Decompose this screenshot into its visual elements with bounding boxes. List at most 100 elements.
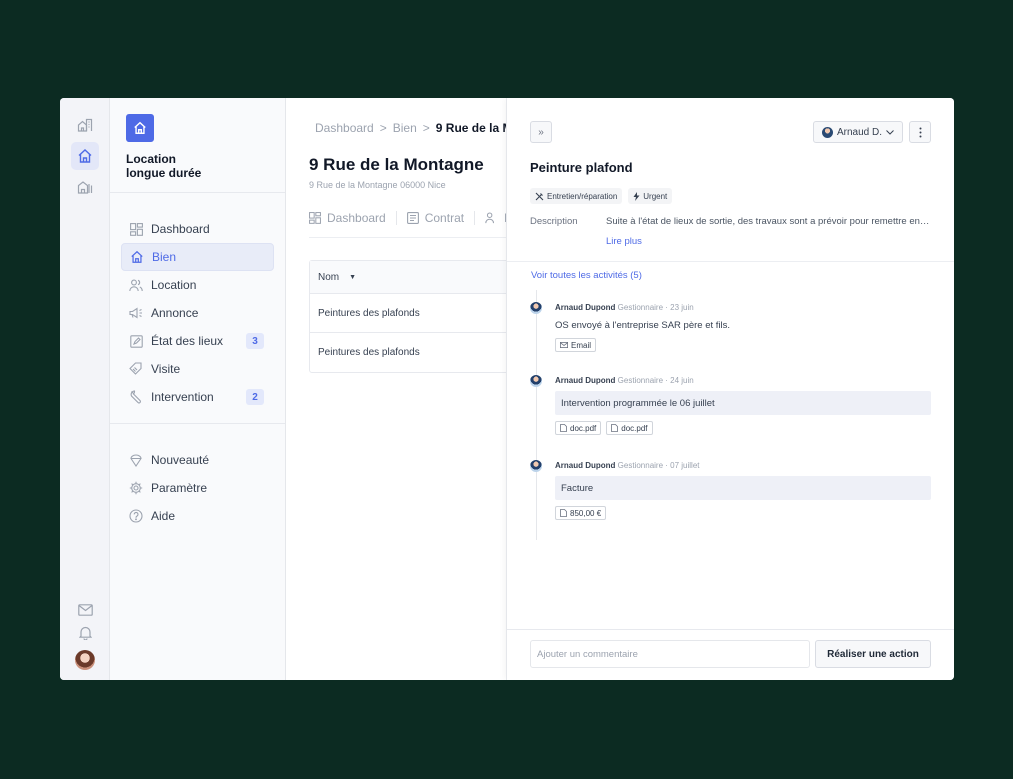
perform-action-button[interactable]: Réaliser une action — [815, 640, 931, 668]
breadcrumb-current: 9 Rue de la Montagne — [435, 121, 507, 135]
table-row[interactable]: Peintures des plafonds — [310, 333, 507, 372]
avatar — [530, 375, 542, 387]
table-row[interactable]: Peintures des plafonds — [310, 294, 507, 333]
divider — [507, 261, 954, 262]
sidebar-item-intervention[interactable]: Intervention 2 — [121, 383, 274, 411]
gear-icon — [129, 481, 143, 495]
attachment-label: 850,00 € — [570, 508, 602, 518]
activity-author: Arnaud Dupond — [555, 376, 616, 385]
breadcrumb-bien[interactable]: Bien — [393, 121, 417, 135]
read-more-link[interactable]: Lire plus — [606, 236, 642, 247]
sidebar-item-etat-des-lieux[interactable]: État des lieux 3 — [121, 327, 274, 355]
wrench-icon — [130, 390, 141, 404]
mail-icon[interactable] — [77, 604, 93, 616]
chevron-right-icon: > — [422, 121, 430, 135]
tag-label: Entretien/réparation — [547, 191, 618, 201]
tag-label: Urgent — [643, 191, 668, 201]
attachment-chip[interactable]: doc.pdf — [555, 421, 602, 435]
collapse-panel-button[interactable]: » — [530, 121, 552, 143]
buildings-icon — [77, 118, 92, 132]
comment-input[interactable] — [530, 640, 810, 668]
attachment-chip[interactable]: Email — [555, 338, 597, 352]
attachment-label: doc.pdf — [621, 423, 648, 433]
bolt-icon — [633, 191, 640, 201]
breadcrumb-dashboard[interactable]: Dashboard — [315, 121, 374, 135]
sidebar-item-label: Paramètre — [151, 481, 208, 495]
tab-label: Dashboard — [327, 211, 386, 225]
tab-locataires[interactable]: Locataires — [485, 211, 507, 225]
sidebar-item-label: Nouveauté — [151, 453, 210, 467]
sidebar-item-nouveaute[interactable]: Nouveauté — [121, 446, 274, 474]
user-avatar[interactable] — [75, 650, 95, 670]
activity-message: Intervention programmée le 06 juillet — [555, 391, 931, 415]
tag-icon — [129, 362, 142, 375]
avatar — [530, 460, 542, 472]
tab-label: Contrat — [424, 211, 465, 225]
home-icon — [131, 250, 143, 263]
app-logo — [126, 114, 154, 142]
sidebar-item-label: Bien — [152, 250, 177, 264]
clipboard-icon — [129, 334, 143, 348]
rail-buildings[interactable] — [71, 111, 99, 139]
category-tag: Entretien/réparation — [530, 188, 623, 204]
file-icon — [560, 424, 567, 432]
sidebar-item-label: Visite — [151, 362, 181, 376]
avatar — [530, 302, 542, 314]
activity-author: Arnaud Dupond — [555, 303, 616, 312]
secondary-nav: Nouveauté Paramètre Aide — [110, 424, 285, 552]
panel-footer: Réaliser une action — [507, 629, 954, 680]
sidebar-item-annonce[interactable]: Annonce — [121, 299, 274, 327]
description-label: Description — [530, 216, 578, 227]
sidebar-item-visite[interactable]: Visite — [121, 355, 274, 383]
description-text: Suite à l'état de lieux de sortie, des t… — [606, 216, 931, 227]
tag-list: Entretien/réparation Urgent — [530, 188, 673, 204]
rail-home[interactable] — [70, 142, 99, 170]
column-header-nom[interactable]: Nom — [318, 272, 339, 283]
users-icon — [485, 212, 495, 224]
tools-icon — [535, 192, 544, 200]
page-subtitle: 9 Rue de la Montagne 06000 Nice — [309, 180, 446, 190]
tab-bar: Dashboard Contrat Locataires — [309, 211, 507, 238]
megaphone-icon — [129, 307, 142, 319]
users-icon — [129, 279, 143, 291]
sidebar-item-aide[interactable]: Aide — [121, 502, 274, 530]
app-rail — [60, 98, 110, 680]
tab-contrat[interactable]: Contrat — [406, 211, 465, 225]
workspace-title-line1: Location — [126, 152, 176, 166]
attachment-label: Email — [571, 340, 592, 350]
dashboard-icon — [309, 212, 321, 224]
activity-message: OS envoyé à l'entreprise SAR père et fil… — [555, 320, 731, 331]
intervention-title: Peinture plafond — [530, 160, 633, 175]
sidebar-item-label: Aide — [151, 509, 176, 523]
more-options-button[interactable] — [909, 121, 931, 143]
timeline-line — [536, 290, 537, 540]
tab-dashboard[interactable]: Dashboard — [309, 211, 386, 225]
sidebar-item-dashboard[interactable]: Dashboard — [121, 215, 274, 243]
activity-meta: Gestionnaire · 23 juin — [617, 303, 694, 312]
double-chevron-right-icon: » — [538, 126, 544, 138]
sidebar-item-label: Annonce — [151, 306, 199, 320]
sidebar-item-location[interactable]: Location — [121, 271, 274, 299]
attachment-chip[interactable]: 850,00 € — [555, 506, 607, 520]
vertical-dots-icon — [919, 127, 921, 137]
rail-apartments[interactable] — [71, 173, 99, 201]
workspace-title: Location longue durée — [126, 152, 269, 180]
main-content: Dashboard > Bien > 9 Rue de la Montagne … — [286, 98, 507, 680]
count-badge: 2 — [246, 389, 264, 405]
count-badge: 3 — [246, 333, 264, 349]
mail-icon — [560, 342, 568, 348]
sidebar-item-bien[interactable]: Bien — [121, 243, 274, 271]
tab-divider — [395, 211, 397, 225]
assignee-dropdown[interactable]: Arnaud D. — [812, 121, 903, 143]
dashboard-icon — [129, 222, 143, 236]
activity-meta: Gestionnaire · 24 juin — [617, 376, 694, 385]
activity-author: Arnaud Dupond — [555, 461, 616, 470]
see-all-activities-link[interactable]: Voir toutes les activités (5) — [531, 270, 642, 281]
sort-caret-icon[interactable]: ▼ — [349, 274, 356, 281]
priority-tag: Urgent — [628, 188, 673, 204]
attachment-chip[interactable]: doc.pdf — [606, 421, 653, 435]
tab-divider — [474, 211, 476, 225]
sidebar-item-parametre[interactable]: Paramètre — [121, 474, 274, 502]
ice-cream-icon — [130, 454, 142, 467]
bell-icon[interactable] — [78, 626, 92, 640]
